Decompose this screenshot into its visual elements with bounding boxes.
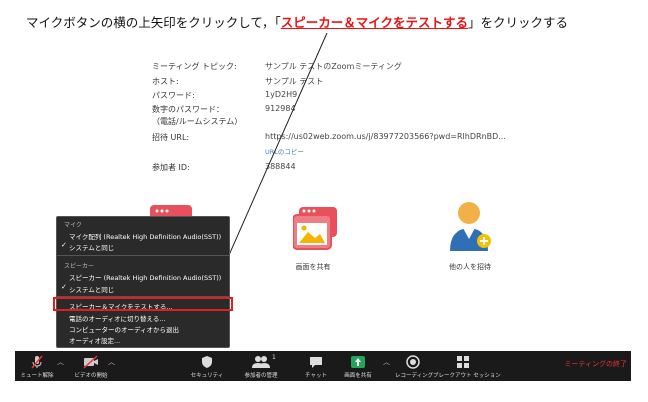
record-label: レコーディング: [395, 373, 434, 379]
speaker-system-item[interactable]: システムと同じ: [69, 284, 114, 294]
video-off-icon: [83, 355, 98, 369]
mic-section-title: マイク: [64, 222, 82, 229]
meeting-toolbar: ミュート解除 ︿ ビデオの開始 ︿ セキュリティ 参加者の管理 1 チャット 画…: [15, 351, 631, 381]
mic-device-item[interactable]: マイク配列 (Realtek High Definition Audio(SST…: [69, 231, 221, 241]
record-button[interactable]: レコーディング: [395, 351, 434, 381]
leave-computer-audio-item[interactable]: コンピューターのオーディオから退出: [69, 324, 179, 334]
speaker-check-icon: ✓: [61, 283, 67, 291]
mic-system-item[interactable]: システムと同じ: [69, 242, 114, 252]
mute-button[interactable]: ミュート解除: [19, 351, 55, 381]
share-options-caret-icon[interactable]: ︿: [383, 357, 390, 367]
audio-options-caret-icon[interactable]: ︿: [57, 357, 64, 367]
share-screen-button[interactable]: 画面を共有: [340, 351, 376, 381]
speaker-section-title: スピーカー: [64, 263, 95, 270]
participants-count: 1: [272, 354, 276, 361]
highlight-box: [53, 297, 233, 311]
speaker-device-item[interactable]: スピーカー (Realtek High Definition Audio(SST…: [69, 272, 221, 282]
audio-settings-item[interactable]: オーディオ設定...: [69, 335, 120, 345]
video-options-caret-icon[interactable]: ︿: [108, 357, 115, 367]
chat-label: チャット: [305, 373, 327, 379]
chat-icon: [310, 357, 322, 368]
shield-icon: [202, 356, 212, 368]
participants-icon: [252, 356, 270, 368]
participants-button[interactable]: 参加者の管理: [239, 351, 283, 381]
security-label: セキュリティ: [190, 373, 224, 379]
menu-divider: [57, 255, 229, 256]
breakout-grid-icon: [457, 356, 469, 368]
mic-check-icon: ✓: [61, 241, 67, 249]
audio-menu: マイク マイク配列 (Realtek High Definition Audio…: [56, 216, 230, 348]
breakout-label: ブレークアウト セッション: [433, 373, 501, 379]
record-icon: [406, 355, 420, 369]
security-button[interactable]: セキュリティ: [189, 351, 225, 381]
end-meeting-button[interactable]: ミーティングの終了: [564, 359, 627, 369]
mute-label: ミュート解除: [20, 373, 54, 379]
breakout-button[interactable]: ブレークアウト セッション: [433, 351, 501, 381]
switch-phone-audio-item[interactable]: 電話のオーディオに切り替える...: [69, 313, 166, 323]
start-video-button[interactable]: ビデオの開始: [73, 351, 109, 381]
mic-muted-icon: [31, 355, 43, 369]
share-screen-icon: [351, 356, 365, 368]
video-label: ビデオの開始: [74, 373, 108, 379]
share-label: 画面を共有: [344, 373, 372, 379]
participants-label: 参加者の管理: [244, 373, 278, 379]
chat-button[interactable]: チャット: [302, 351, 330, 381]
